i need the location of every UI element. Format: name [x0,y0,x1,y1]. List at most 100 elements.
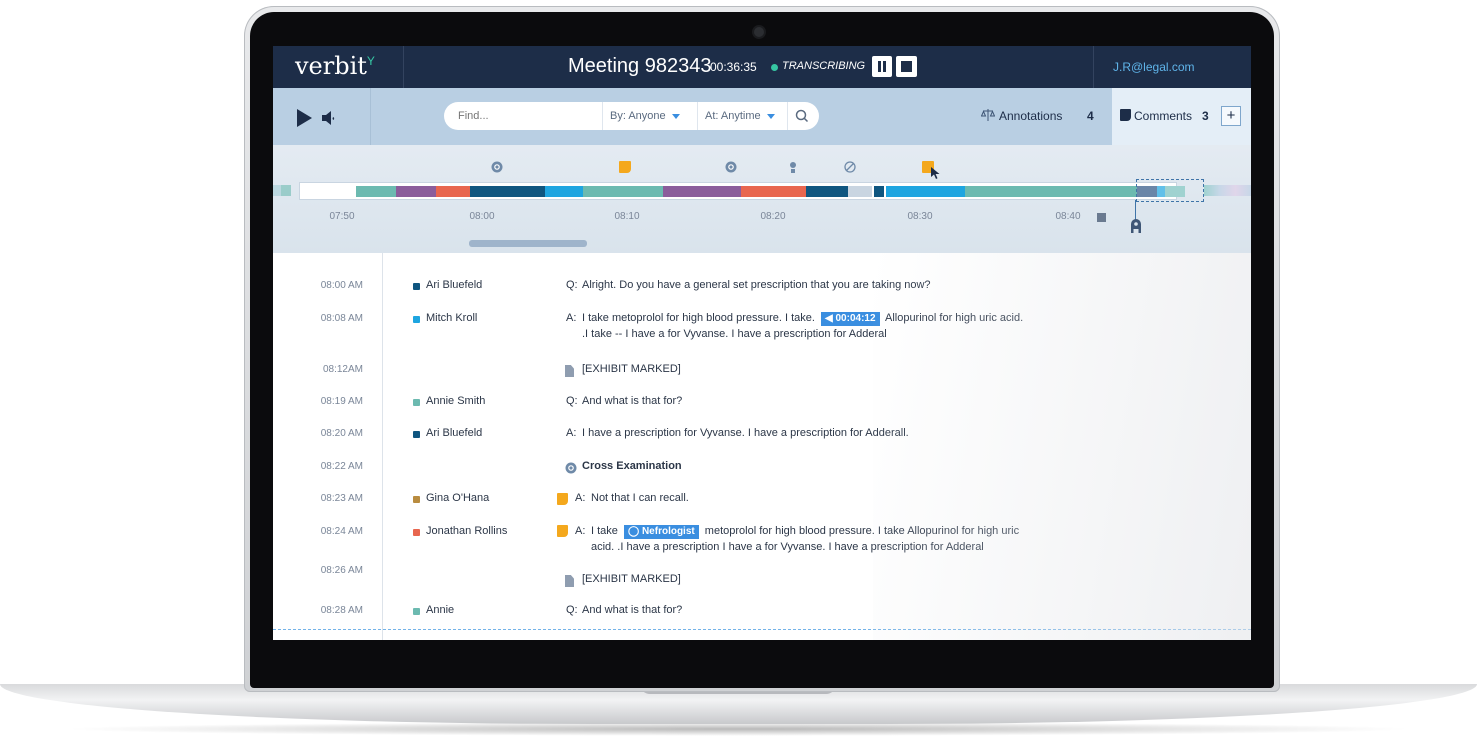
scale-icon [981,109,995,121]
timeline-segment[interactable] [886,186,965,197]
timeline-segment[interactable] [545,186,583,197]
utterance-text[interactable]: Not that I can recall. [591,490,689,506]
search-separator [602,102,603,130]
audio-timestamp-chip[interactable]: ◀ 00:04:12 [821,312,880,326]
timeline-bar[interactable] [299,182,1185,200]
timeline-ghost-segment [1204,185,1251,196]
playhead-window[interactable] [1136,179,1204,202]
utterance-segment: Allopurinol for high uric acid. [884,312,1024,324]
section-title[interactable]: Cross Examination [582,458,682,474]
timeline-segment[interactable] [965,186,1137,197]
status-text: TRANSCRIBING [782,60,866,72]
comment-marker-icon[interactable] [619,161,631,173]
timeline-segment[interactable] [436,186,470,197]
timeline-segment[interactable] [663,186,741,197]
timeline-segment[interactable] [874,186,884,197]
by-filter-label: By: Anyone [610,110,666,122]
volume-icon[interactable] [321,109,337,127]
utterance-text[interactable]: I have a prescription for Vyvanse. I hav… [582,425,909,441]
witness-marker-icon[interactable] [787,161,799,173]
speaker-name[interactable]: Annie [426,604,454,616]
user-email[interactable]: J.R@legal.com [1113,60,1195,74]
transcript-panel: 08:00 AM Ari Bluefeld Q: Alright. Do you… [273,253,1251,640]
timeline-segment[interactable] [741,186,806,197]
speaker-color-dot [413,496,420,503]
logo-divider [403,46,404,88]
row-time: 08:08 AM [320,313,363,324]
stop-button[interactable] [896,56,917,77]
strike-marker-icon[interactable] [844,161,856,173]
qa-label: Q: [566,279,578,291]
timeline-segment[interactable] [356,186,396,197]
timeline-segment[interactable] [806,186,848,197]
recording-status-dot-icon [771,64,778,71]
by-speaker-dropdown[interactable]: By: Anyone [610,110,680,122]
timeline-tick-label: 07:50 [329,211,355,222]
timeline-tick-label: 08:30 [907,211,933,222]
play-icon[interactable] [297,109,312,127]
verbit-logo[interactable]: verbitY [295,52,375,80]
playhead-handle-icon[interactable] [1129,218,1143,234]
row-time: 08:20 AM [320,428,363,439]
qa-label: A: [566,427,577,439]
qa-label: Q: [566,395,578,407]
timeline: 07:50 08:00 08:10 08:20 08:30 08:40 [273,145,1251,253]
tab-annotations[interactable]: Annotations 4 [969,88,1112,145]
qa-label: A: [575,492,586,504]
toolbar-divider [370,88,371,145]
speaker-name[interactable]: Mitch Kroll [426,312,477,324]
timeline-segment[interactable] [583,186,663,197]
section-marker-icon[interactable] [725,161,737,173]
speaker-name[interactable]: Annie Smith [426,395,485,407]
document-icon [565,575,574,587]
entity-tag-chip[interactable]: ◯ Nefrologist [623,525,699,539]
timeline-segment[interactable] [396,186,436,197]
qa-label: A: [566,312,577,324]
speaker-name[interactable]: Ari Bluefeld [426,427,482,439]
at-filter-label: At: Anytime [705,110,761,122]
row-time: 08:12AM [322,364,363,375]
speaker-name[interactable]: Ari Bluefeld [426,279,482,291]
exhibit-marker[interactable]: [EXHIBIT MARKED] [582,571,681,587]
comments-label: Comments [1134,109,1193,123]
qa-label: A: [575,525,586,537]
speaker-name[interactable]: Gina O'Hana [426,492,489,504]
utterance-text[interactable]: Alright. Do you have a general set presc… [582,277,931,293]
comment-icon[interactable] [557,525,568,537]
timeline-end-marker[interactable] [1097,213,1106,222]
annotations-count: 4 [1087,109,1094,123]
add-comment-button[interactable]: + [1221,106,1241,126]
cursor-arrow-icon [931,167,940,179]
pause-button[interactable] [872,56,892,77]
search-input[interactable] [456,109,600,123]
row-time: 08:23 AM [320,493,363,504]
row-time: 08:28 AM [320,605,363,616]
utterance-text[interactable]: I take ◯ Nefrologist metoprolol for high… [591,523,1191,555]
timeline-ghost-segment [281,185,291,196]
speaker-color-dot [413,316,420,323]
utterance-segment: metoprolol for high blood pressure. I ta… [704,525,1020,537]
timeline-tick-label: 08:20 [760,211,786,222]
tab-comments[interactable]: Comments 3 + [1112,88,1251,145]
laptop-shadow [60,722,1417,736]
timeline-tick-label: 08:10 [614,211,640,222]
comment-icon[interactable] [557,493,568,505]
section-icon [565,462,577,474]
timeline-ghost-segment [273,185,281,196]
utterance-text[interactable]: And what is that for? [582,393,682,409]
time-column [273,253,383,640]
speaker-color-dot [413,399,420,406]
section-marker-icon[interactable] [491,161,503,173]
speaker-name[interactable]: Jonathan Rollins [426,525,507,537]
timeline-segment[interactable] [848,186,872,197]
utterance-text[interactable]: And what is that for? [582,602,682,618]
timeline-segment[interactable] [470,186,545,197]
search-icon[interactable] [794,108,810,124]
utterance-segment: .I take -- I have a for Vyvanse. I have … [582,328,887,340]
utterance-text[interactable]: I take metoprolol for high blood pressur… [582,310,1182,342]
speaker-color-dot [413,283,420,290]
exhibit-marker[interactable]: [EXHIBIT MARKED] [582,361,681,377]
timeline-scrollbar[interactable] [469,240,587,247]
webcam [754,27,764,37]
at-time-dropdown[interactable]: At: Anytime [705,110,775,122]
